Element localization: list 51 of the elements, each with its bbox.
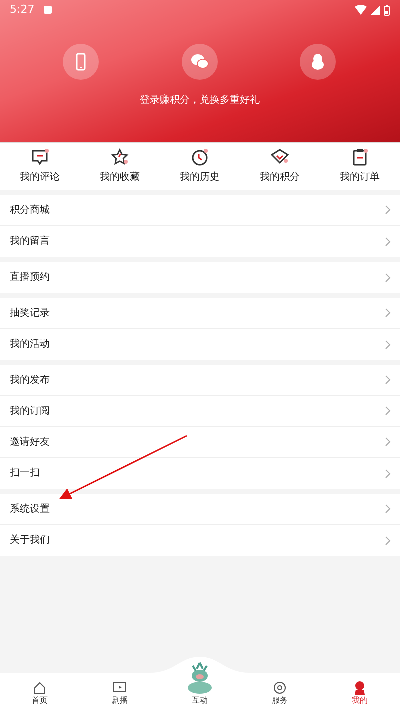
menu-item[interactable]: 我的发布 bbox=[0, 365, 400, 396]
menu-item[interactable]: 积分商城 bbox=[0, 195, 400, 226]
chevron-right-icon bbox=[385, 536, 391, 546]
clock-icon bbox=[191, 148, 209, 166]
chevron-right-icon bbox=[385, 437, 391, 447]
menu-item[interactable]: 直播预约 bbox=[0, 262, 400, 293]
comment-icon bbox=[31, 148, 49, 166]
clipboard-icon bbox=[351, 148, 369, 166]
gear-icon bbox=[273, 681, 287, 695]
phone-login-button[interactable] bbox=[63, 44, 99, 80]
menu-item[interactable]: 邀请好友 bbox=[0, 427, 400, 458]
chat-bubbles-icon bbox=[190, 52, 210, 72]
nav-tab[interactable]: 我的 bbox=[352, 695, 368, 707]
nav-tab[interactable]: 服务 bbox=[272, 695, 288, 707]
chevron-right-icon bbox=[385, 504, 391, 514]
menu-item[interactable]: 关于我们 bbox=[0, 525, 400, 556]
tv-icon bbox=[113, 681, 127, 695]
nav-tab[interactable]: 互动 bbox=[192, 695, 208, 707]
status-time: 5:27 bbox=[10, 2, 35, 18]
nav-tab[interactable]: 剧播 bbox=[112, 695, 128, 707]
notification-icon bbox=[42, 5, 53, 15]
shortcut-label[interactable]: 我的积分 bbox=[260, 170, 300, 185]
chevron-right-icon bbox=[385, 308, 391, 318]
chevron-right-icon bbox=[385, 468, 391, 478]
menu-item[interactable]: 抽奖记录 bbox=[0, 298, 400, 329]
menu-item[interactable]: 扫一扫 bbox=[0, 458, 400, 489]
chevron-right-icon bbox=[385, 340, 391, 350]
login-prompt: 登录赚积分，兑换多重好礼 bbox=[139, 94, 261, 108]
wifi-icon bbox=[355, 5, 367, 15]
home-icon bbox=[33, 681, 47, 695]
diamond-icon bbox=[271, 148, 289, 166]
chat-bubbles-login-button[interactable] bbox=[182, 44, 218, 80]
menu-item[interactable]: 我的留言 bbox=[0, 226, 400, 257]
signal-icon bbox=[371, 6, 380, 14]
shortcut-label[interactable]: 我的订单 bbox=[340, 170, 380, 185]
shortcut-label[interactable]: 我的历史 bbox=[180, 170, 220, 185]
penguin-login-button[interactable] bbox=[300, 44, 336, 80]
menu-item[interactable]: 系统设置 bbox=[0, 494, 400, 525]
chevron-right-icon bbox=[385, 205, 391, 215]
shortcut-label[interactable]: 我的收藏 bbox=[100, 170, 140, 185]
chevron-right-icon bbox=[385, 406, 391, 416]
chevron-right-icon bbox=[385, 375, 391, 385]
chevron-right-icon bbox=[385, 272, 391, 282]
figure-icon bbox=[353, 681, 367, 695]
menu-item[interactable]: 我的订阅 bbox=[0, 396, 400, 427]
battery-icon bbox=[384, 4, 390, 16]
nav-tab[interactable]: 首页 bbox=[32, 695, 48, 707]
chevron-right-icon bbox=[385, 236, 391, 246]
menu-item[interactable]: 我的活动 bbox=[0, 329, 400, 360]
star-icon bbox=[111, 148, 129, 166]
shortcut-label[interactable]: 我的评论 bbox=[20, 170, 60, 185]
